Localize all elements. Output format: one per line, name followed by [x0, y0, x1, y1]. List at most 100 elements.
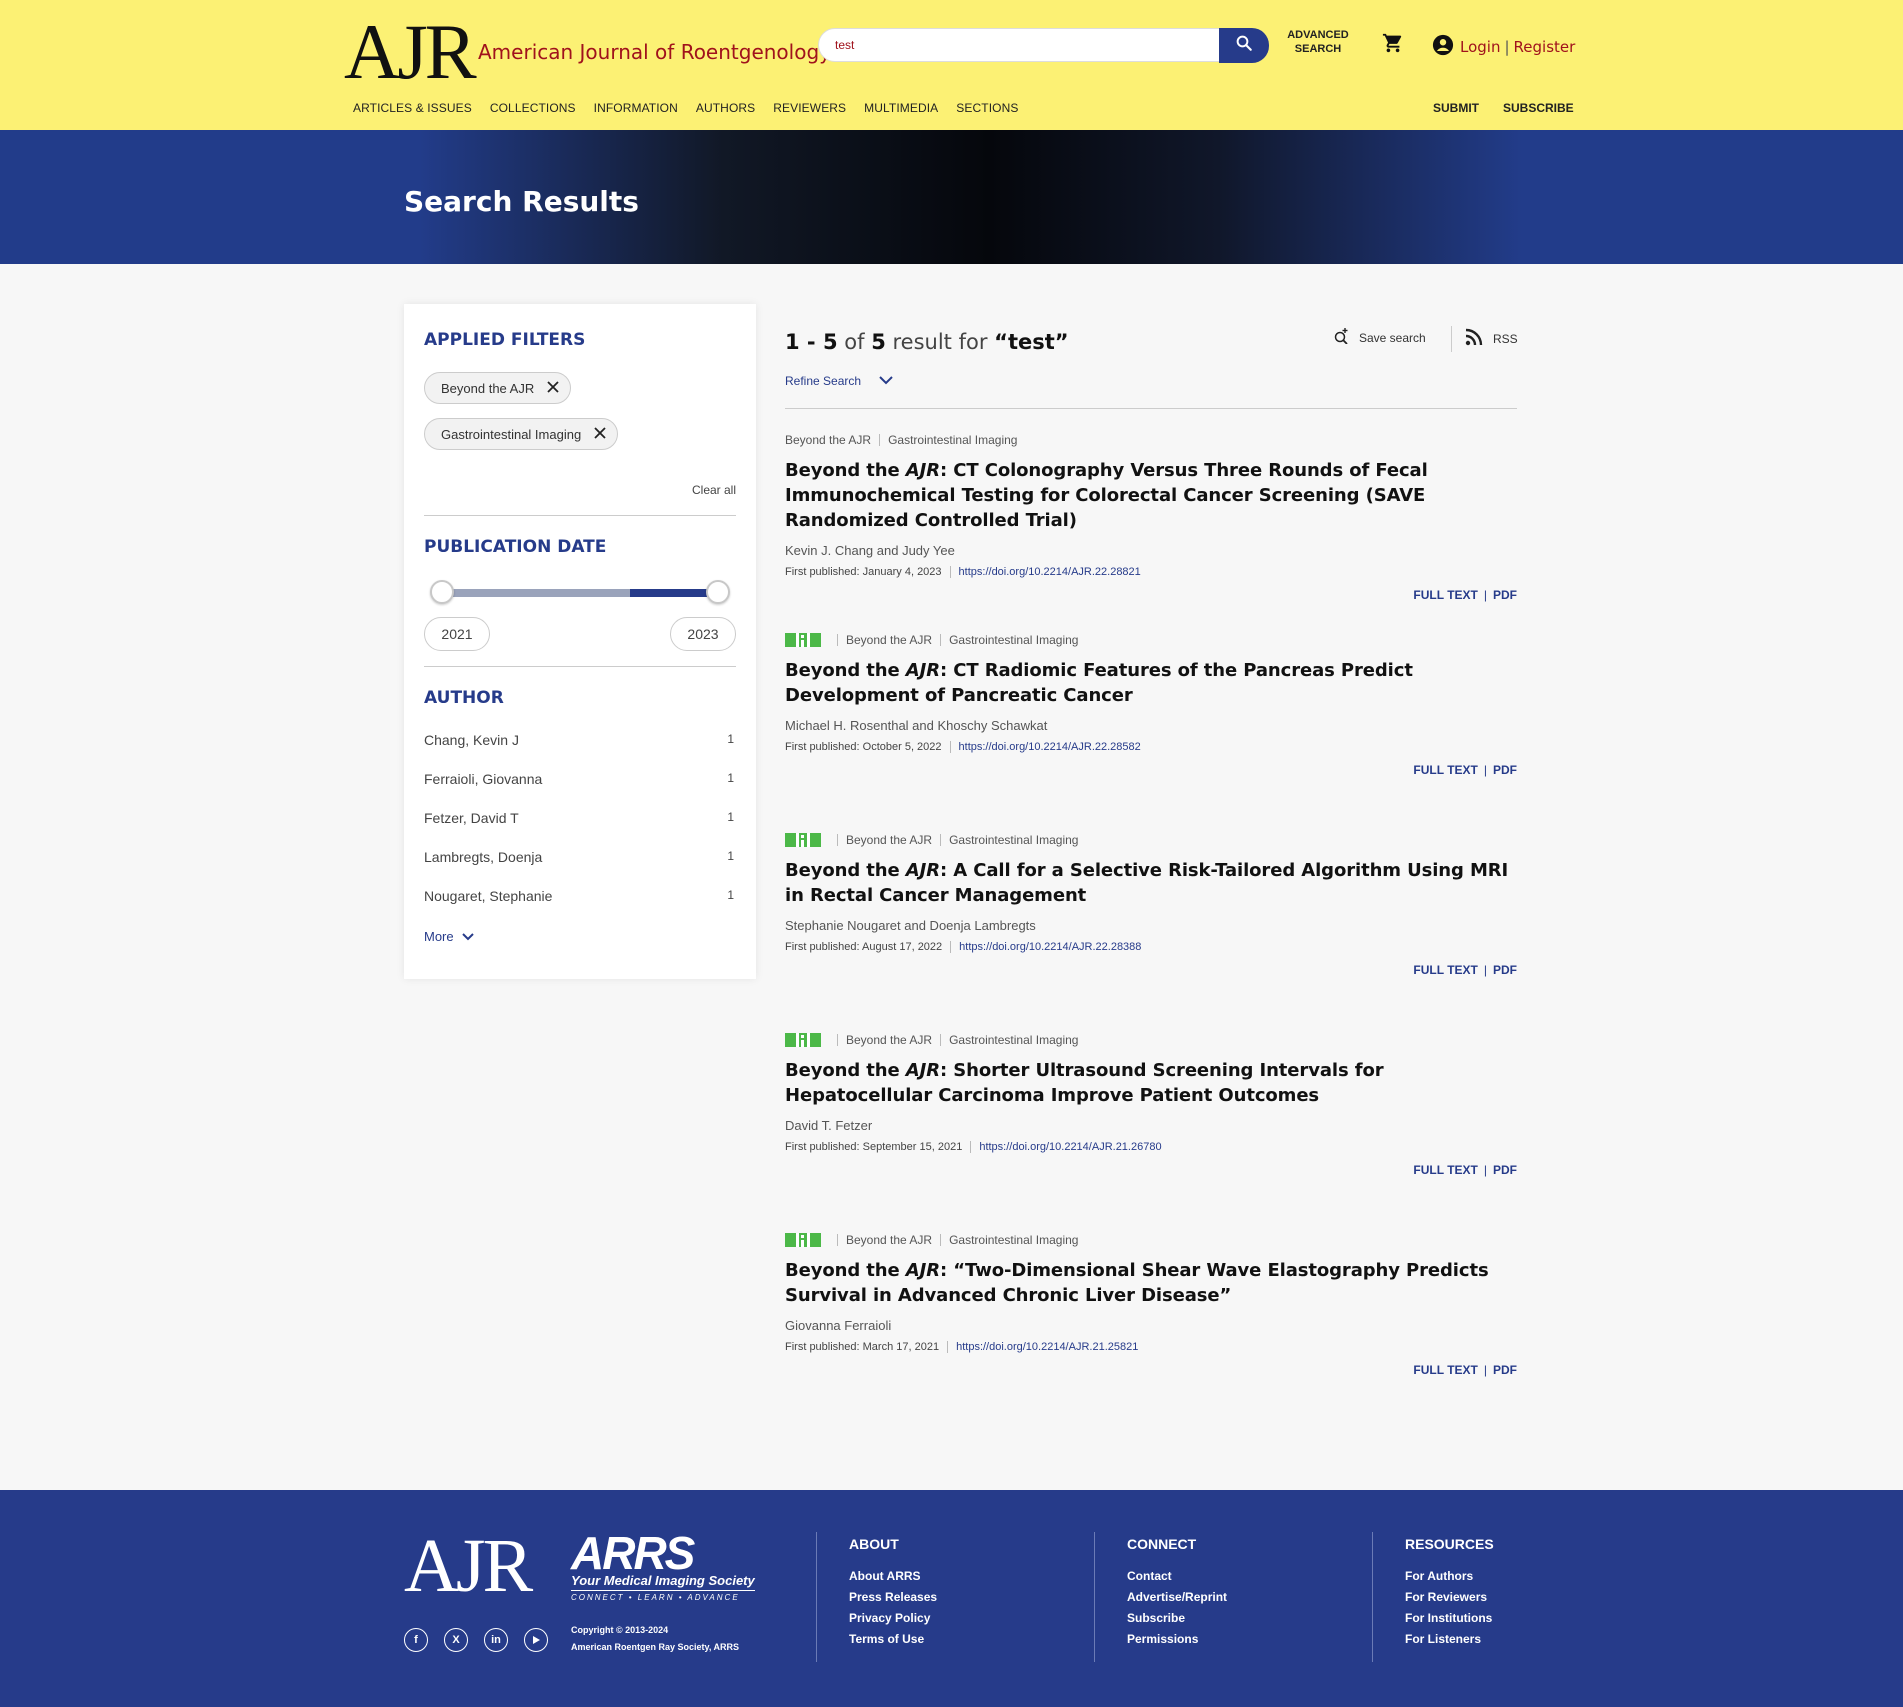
more-authors-button[interactable]: More — [424, 929, 474, 944]
nav-reviewers[interactable]: REVIEWERS — [773, 101, 846, 115]
remove-filter-button[interactable] — [593, 426, 607, 443]
login-link[interactable]: Login — [1460, 38, 1500, 56]
full-text-link[interactable]: FULL TEXT — [1413, 763, 1477, 777]
author-filter-item[interactable]: Ferraioli, Giovanna 1 — [424, 771, 736, 787]
pdf-link[interactable]: PDF — [1493, 763, 1517, 777]
site-header: AJR American Journal of Roentgenology AD… — [0, 0, 1903, 130]
author-filter-item[interactable]: Nougaret, Stephanie 1 — [424, 888, 736, 904]
pdf-link[interactable]: PDF — [1493, 1363, 1517, 1377]
title-prefix: Beyond the — [785, 660, 906, 681]
footer-link[interactable]: For Listeners — [1405, 1629, 1494, 1650]
nav-multimedia[interactable]: MULTIMEDIA — [864, 101, 938, 115]
result-published-date: First published: March 17, 2021 — [785, 1341, 940, 1353]
page-banner: Search Results — [0, 130, 1903, 264]
remove-filter-button[interactable] — [546, 380, 560, 397]
footer-link[interactable]: Privacy Policy — [849, 1608, 937, 1629]
full-text-link[interactable]: FULL TEXT — [1413, 1363, 1477, 1377]
x-icon[interactable]: X — [444, 1628, 468, 1652]
author-filter-item[interactable]: Chang, Kevin J 1 — [424, 732, 736, 748]
cart-button[interactable] — [1382, 32, 1404, 59]
result-doi-link[interactable]: https://doi.org/10.2214/AJR.22.28582 — [959, 741, 1141, 753]
result-section-link[interactable]: Beyond the AJR — [846, 833, 932, 847]
nav-collections[interactable]: COLLECTIONS — [490, 101, 576, 115]
pdf-link[interactable]: PDF — [1493, 963, 1517, 977]
clear-all-filters-link[interactable]: Clear all — [692, 483, 736, 497]
full-text-link[interactable]: FULL TEXT — [1413, 963, 1477, 977]
footer-link[interactable]: Press Releases — [849, 1587, 937, 1608]
nav-sections[interactable]: SECTIONS — [956, 101, 1018, 115]
full-text-link[interactable]: FULL TEXT — [1413, 1163, 1477, 1177]
nav-articles-issues[interactable]: ARTICLES & ISSUES — [353, 101, 472, 115]
result-title-link[interactable]: Beyond the AJR: CT Colonography Versus T… — [785, 458, 1517, 533]
result-subsection-link[interactable]: Gastrointestinal Imaging — [949, 1233, 1078, 1247]
footer-link[interactable]: For Institutions — [1405, 1608, 1494, 1629]
date-min-input[interactable]: 2021 — [424, 617, 490, 651]
footer-link[interactable]: About ARRS — [849, 1566, 937, 1587]
footer-heading: RESOURCES — [1405, 1536, 1494, 1552]
linkedin-icon[interactable]: in — [484, 1628, 508, 1652]
result-title-link[interactable]: Beyond the AJR: Shorter Ultrasound Scree… — [785, 1058, 1517, 1108]
footer-link[interactable]: For Authors — [1405, 1566, 1494, 1587]
arrs-logo[interactable]: ARRS Your Medical Imaging Society CONNEC… — [571, 1530, 755, 1602]
footer-ajr-logo[interactable]: AJR — [404, 1528, 533, 1604]
footer-link[interactable]: For Reviewers — [1405, 1587, 1494, 1608]
nav-submit[interactable]: SUBMIT — [1433, 101, 1479, 115]
footer-link[interactable]: Terms of Use — [849, 1629, 937, 1650]
footer-link[interactable]: Contact — [1127, 1566, 1227, 1587]
link-separator: | — [1483, 963, 1487, 977]
result-section-link[interactable]: Beyond the AJR — [846, 1033, 932, 1047]
meta-divider — [837, 634, 838, 646]
nav-authors[interactable]: AUTHORS — [696, 101, 755, 115]
ajr-logo[interactable]: AJR — [344, 12, 477, 92]
author-count: 1 — [727, 849, 734, 863]
result-subsection-link[interactable]: Gastrointestinal Imaging — [949, 833, 1078, 847]
meta-divider — [940, 1234, 942, 1246]
result-actions: FULL TEXT | PDF — [785, 963, 1517, 977]
result-section-link[interactable]: Beyond the AJR — [846, 633, 932, 647]
footer-link[interactable]: Advertise/Reprint — [1127, 1587, 1227, 1608]
result-section-link[interactable]: Beyond the AJR — [846, 1233, 932, 1247]
advanced-search-link[interactable]: ADVANCED SEARCH — [1283, 28, 1353, 56]
result-title-link[interactable]: Beyond the AJR: CT Radiomic Features of … — [785, 658, 1517, 708]
open-access-icon — [785, 1233, 821, 1247]
result-subsection-link[interactable]: Gastrointestinal Imaging — [949, 633, 1078, 647]
chevron-down-icon — [461, 929, 474, 944]
result-doi-link[interactable]: https://doi.org/10.2214/AJR.22.28821 — [959, 566, 1141, 578]
result-actions: FULL TEXT | PDF — [785, 763, 1517, 777]
footer-link[interactable]: Permissions — [1127, 1629, 1227, 1650]
register-link[interactable]: Register — [1514, 38, 1576, 56]
result-title-link[interactable]: Beyond the AJR: “Two-Dimensional Shear W… — [785, 1258, 1517, 1308]
close-icon — [546, 380, 560, 397]
rss-button[interactable]: RSS — [1465, 328, 1518, 349]
date-max-input[interactable]: 2023 — [670, 617, 736, 651]
refine-search-toggle[interactable]: Refine Search — [785, 374, 893, 388]
pdf-link[interactable]: PDF — [1493, 588, 1517, 602]
footer-link[interactable]: Subscribe — [1127, 1608, 1227, 1629]
search-input[interactable] — [819, 29, 1199, 61]
result-title-link[interactable]: Beyond the AJR: A Call for a Selective R… — [785, 858, 1517, 908]
meta-divider — [940, 834, 942, 846]
result-section-link[interactable]: Beyond the AJR — [785, 433, 871, 447]
author-filter-item[interactable]: Lambregts, Doenja 1 — [424, 849, 736, 865]
search-result: Beyond the AJR Gastrointestinal Imaging Be… — [785, 632, 1517, 777]
facebook-icon[interactable]: f — [404, 1628, 428, 1652]
date-slider-max-handle[interactable] — [706, 580, 730, 604]
result-subsection-link[interactable]: Gastrointestinal Imaging — [949, 1033, 1078, 1047]
result-doi-link[interactable]: https://doi.org/10.2214/AJR.22.28388 — [959, 941, 1141, 953]
date-range-slider[interactable] — [442, 589, 718, 597]
result-doi-link[interactable]: https://doi.org/10.2214/AJR.21.25821 — [956, 1341, 1138, 1353]
nav-subscribe[interactable]: SUBSCRIBE — [1503, 101, 1574, 115]
result-subsection-link[interactable]: Gastrointestinal Imaging — [888, 433, 1017, 447]
date-slider-min-handle[interactable] — [430, 580, 454, 604]
journal-name-link[interactable]: American Journal of Roentgenology — [478, 40, 831, 64]
save-search-button[interactable]: Save search — [1333, 328, 1426, 347]
rss-label: RSS — [1493, 331, 1518, 346]
pdf-link[interactable]: PDF — [1493, 1163, 1517, 1177]
author-filter-item[interactable]: Fetzer, David T 1 — [424, 810, 736, 826]
youtube-icon[interactable] — [524, 1628, 548, 1652]
search-button[interactable] — [1219, 28, 1269, 63]
nav-information[interactable]: INFORMATION — [594, 101, 678, 115]
result-doi-link[interactable]: https://doi.org/10.2214/AJR.21.26780 — [979, 1141, 1161, 1153]
link-separator: | — [1483, 763, 1487, 777]
full-text-link[interactable]: FULL TEXT — [1413, 588, 1477, 602]
